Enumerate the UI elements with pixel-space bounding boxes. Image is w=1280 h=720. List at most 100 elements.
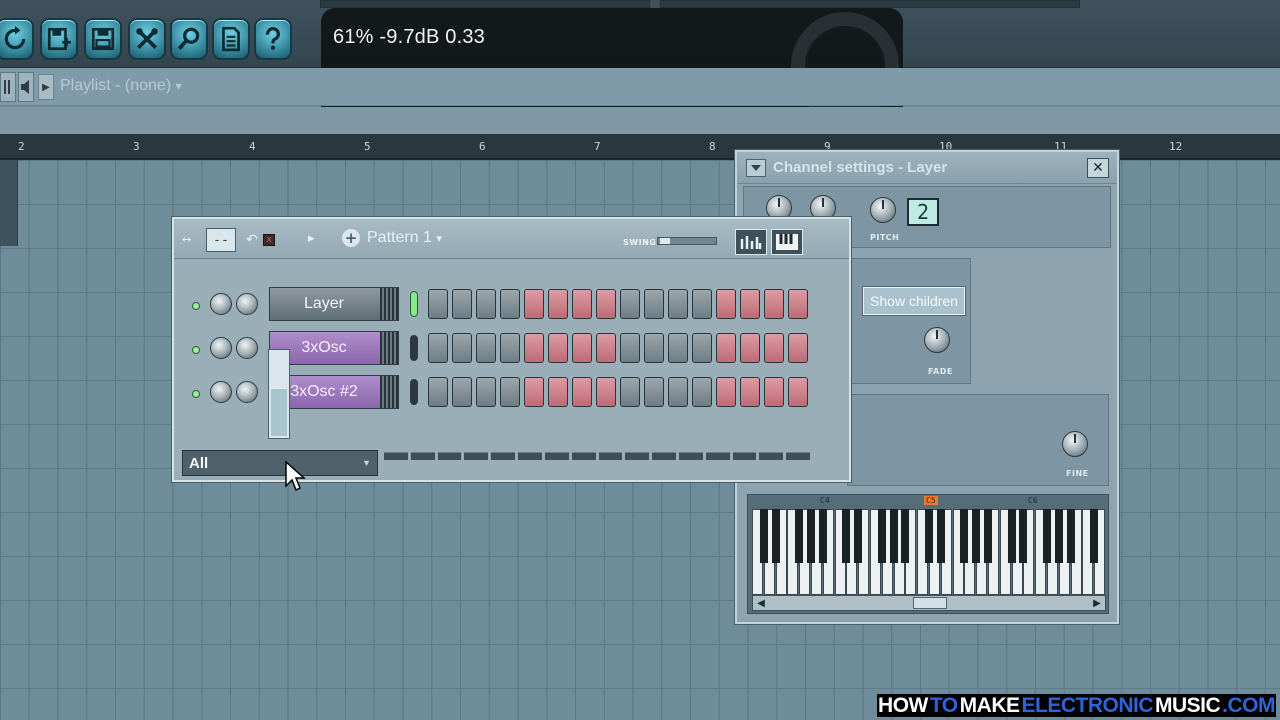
step-button[interactable]: [692, 377, 712, 407]
search-button[interactable]: [170, 18, 208, 60]
step-button[interactable]: [428, 377, 448, 407]
black-key[interactable]: [877, 509, 886, 563]
step-button[interactable]: [572, 333, 592, 363]
piano-keyboard[interactable]: C4 C5 C6 ◀ ▶: [747, 494, 1109, 614]
black-key[interactable]: [960, 509, 969, 563]
channel-select-indicator[interactable]: [410, 335, 418, 361]
document-button[interactable]: [212, 18, 250, 60]
black-key[interactable]: [1043, 509, 1051, 563]
close-button[interactable]: ✕: [1087, 158, 1109, 178]
black-key[interactable]: [1066, 509, 1075, 563]
step-button[interactable]: [668, 377, 688, 407]
black-key[interactable]: [1054, 509, 1063, 563]
step-button[interactable]: [500, 289, 520, 319]
black-key[interactable]: [901, 509, 910, 563]
step-button[interactable]: [596, 333, 616, 363]
pattern-selector[interactable]: Pattern 1 ▾: [367, 229, 442, 247]
tools-button[interactable]: [128, 18, 166, 60]
step-button[interactable]: [428, 289, 448, 319]
channel-pan-knob[interactable]: [210, 381, 232, 403]
step-button[interactable]: [548, 377, 568, 407]
step-button[interactable]: [644, 377, 664, 407]
sequencer-toolbar[interactable]: ↔ -- ↶ x ▸ + Pattern 1 ▾ SWING: [174, 219, 849, 259]
step-button[interactable]: [596, 289, 616, 319]
channel-select-indicator[interactable]: [410, 291, 418, 317]
black-key[interactable]: [771, 509, 780, 563]
black-key[interactable]: [972, 509, 981, 563]
save-button[interactable]: [84, 18, 122, 60]
fade-knob[interactable]: [924, 327, 950, 353]
step-button[interactable]: [476, 333, 496, 363]
arrows-icon[interactable]: ↔: [182, 233, 191, 246]
black-key[interactable]: [759, 509, 768, 563]
black-key[interactable]: [795, 509, 804, 563]
step-button[interactable]: [452, 289, 472, 319]
step-button[interactable]: [476, 377, 496, 407]
step-button[interactable]: [644, 289, 664, 319]
step-button[interactable]: [500, 377, 520, 407]
step-button[interactable]: [788, 333, 808, 363]
step-button[interactable]: [788, 289, 808, 319]
step-button[interactable]: [668, 289, 688, 319]
step-button[interactable]: [596, 377, 616, 407]
step-button[interactable]: [452, 333, 472, 363]
black-key[interactable]: [984, 509, 992, 563]
step-button[interactable]: [740, 377, 760, 407]
step-button[interactable]: [740, 289, 760, 319]
step-button[interactable]: [524, 289, 544, 319]
volume-slider[interactable]: [268, 349, 290, 439]
channel-filter-select[interactable]: All ▼: [182, 450, 378, 476]
channel-grip[interactable]: [380, 376, 398, 408]
step-button[interactable]: [524, 333, 544, 363]
mute-led[interactable]: [192, 390, 200, 398]
black-key[interactable]: [1090, 509, 1099, 563]
step-button[interactable]: [500, 333, 520, 363]
channel-grip[interactable]: [380, 288, 398, 320]
channel-volume-knob[interactable]: [236, 293, 258, 315]
step-button[interactable]: [548, 289, 568, 319]
pitch-knob[interactable]: [870, 197, 896, 223]
step-button[interactable]: [620, 289, 640, 319]
grid-icon[interactable]: [0, 72, 16, 102]
scroll-left-icon[interactable]: ◀: [753, 596, 769, 610]
piano-keys[interactable]: [752, 509, 1106, 595]
fine-knob[interactable]: [1062, 431, 1088, 457]
step-button[interactable]: [716, 333, 736, 363]
step-button[interactable]: [572, 289, 592, 319]
step-button[interactable]: [692, 333, 712, 363]
step-button[interactable]: [764, 377, 784, 407]
step-button[interactable]: [716, 289, 736, 319]
black-key[interactable]: [818, 509, 827, 563]
graph-editor-button[interactable]: [735, 229, 767, 255]
black-key[interactable]: [807, 509, 815, 563]
step-button[interactable]: [476, 289, 496, 319]
playlist-track-header[interactable]: [0, 160, 18, 246]
step-button[interactable]: [620, 377, 640, 407]
mute-led[interactable]: [192, 346, 200, 354]
black-key[interactable]: [1007, 509, 1016, 563]
speaker-icon[interactable]: [18, 72, 34, 102]
channel-settings-titlebar[interactable]: Channel settings - Layer ✕: [737, 152, 1117, 184]
step-button[interactable]: [524, 377, 544, 407]
step-button[interactable]: [788, 377, 808, 407]
black-key[interactable]: [936, 509, 945, 563]
black-key[interactable]: [1019, 509, 1028, 563]
step-button[interactable]: [428, 333, 448, 363]
step-button[interactable]: [716, 377, 736, 407]
channel-button[interactable]: Layer: [269, 287, 399, 321]
step-button[interactable]: [548, 333, 568, 363]
step-button[interactable]: [572, 377, 592, 407]
scroll-right-icon[interactable]: ▶: [1089, 596, 1105, 610]
black-key[interactable]: [925, 509, 933, 563]
help-button[interactable]: [254, 18, 292, 60]
step-button[interactable]: [644, 333, 664, 363]
channel-grip[interactable]: [380, 332, 398, 364]
keyboard-editor-button[interactable]: [771, 229, 803, 255]
scrollbar-thumb[interactable]: [913, 597, 947, 609]
step-button[interactable]: [620, 333, 640, 363]
close-small-icon[interactable]: x: [263, 234, 275, 246]
undo-icon[interactable]: ↶: [246, 232, 258, 248]
step-button[interactable]: [452, 377, 472, 407]
black-key[interactable]: [842, 509, 851, 563]
black-key[interactable]: [854, 509, 863, 563]
